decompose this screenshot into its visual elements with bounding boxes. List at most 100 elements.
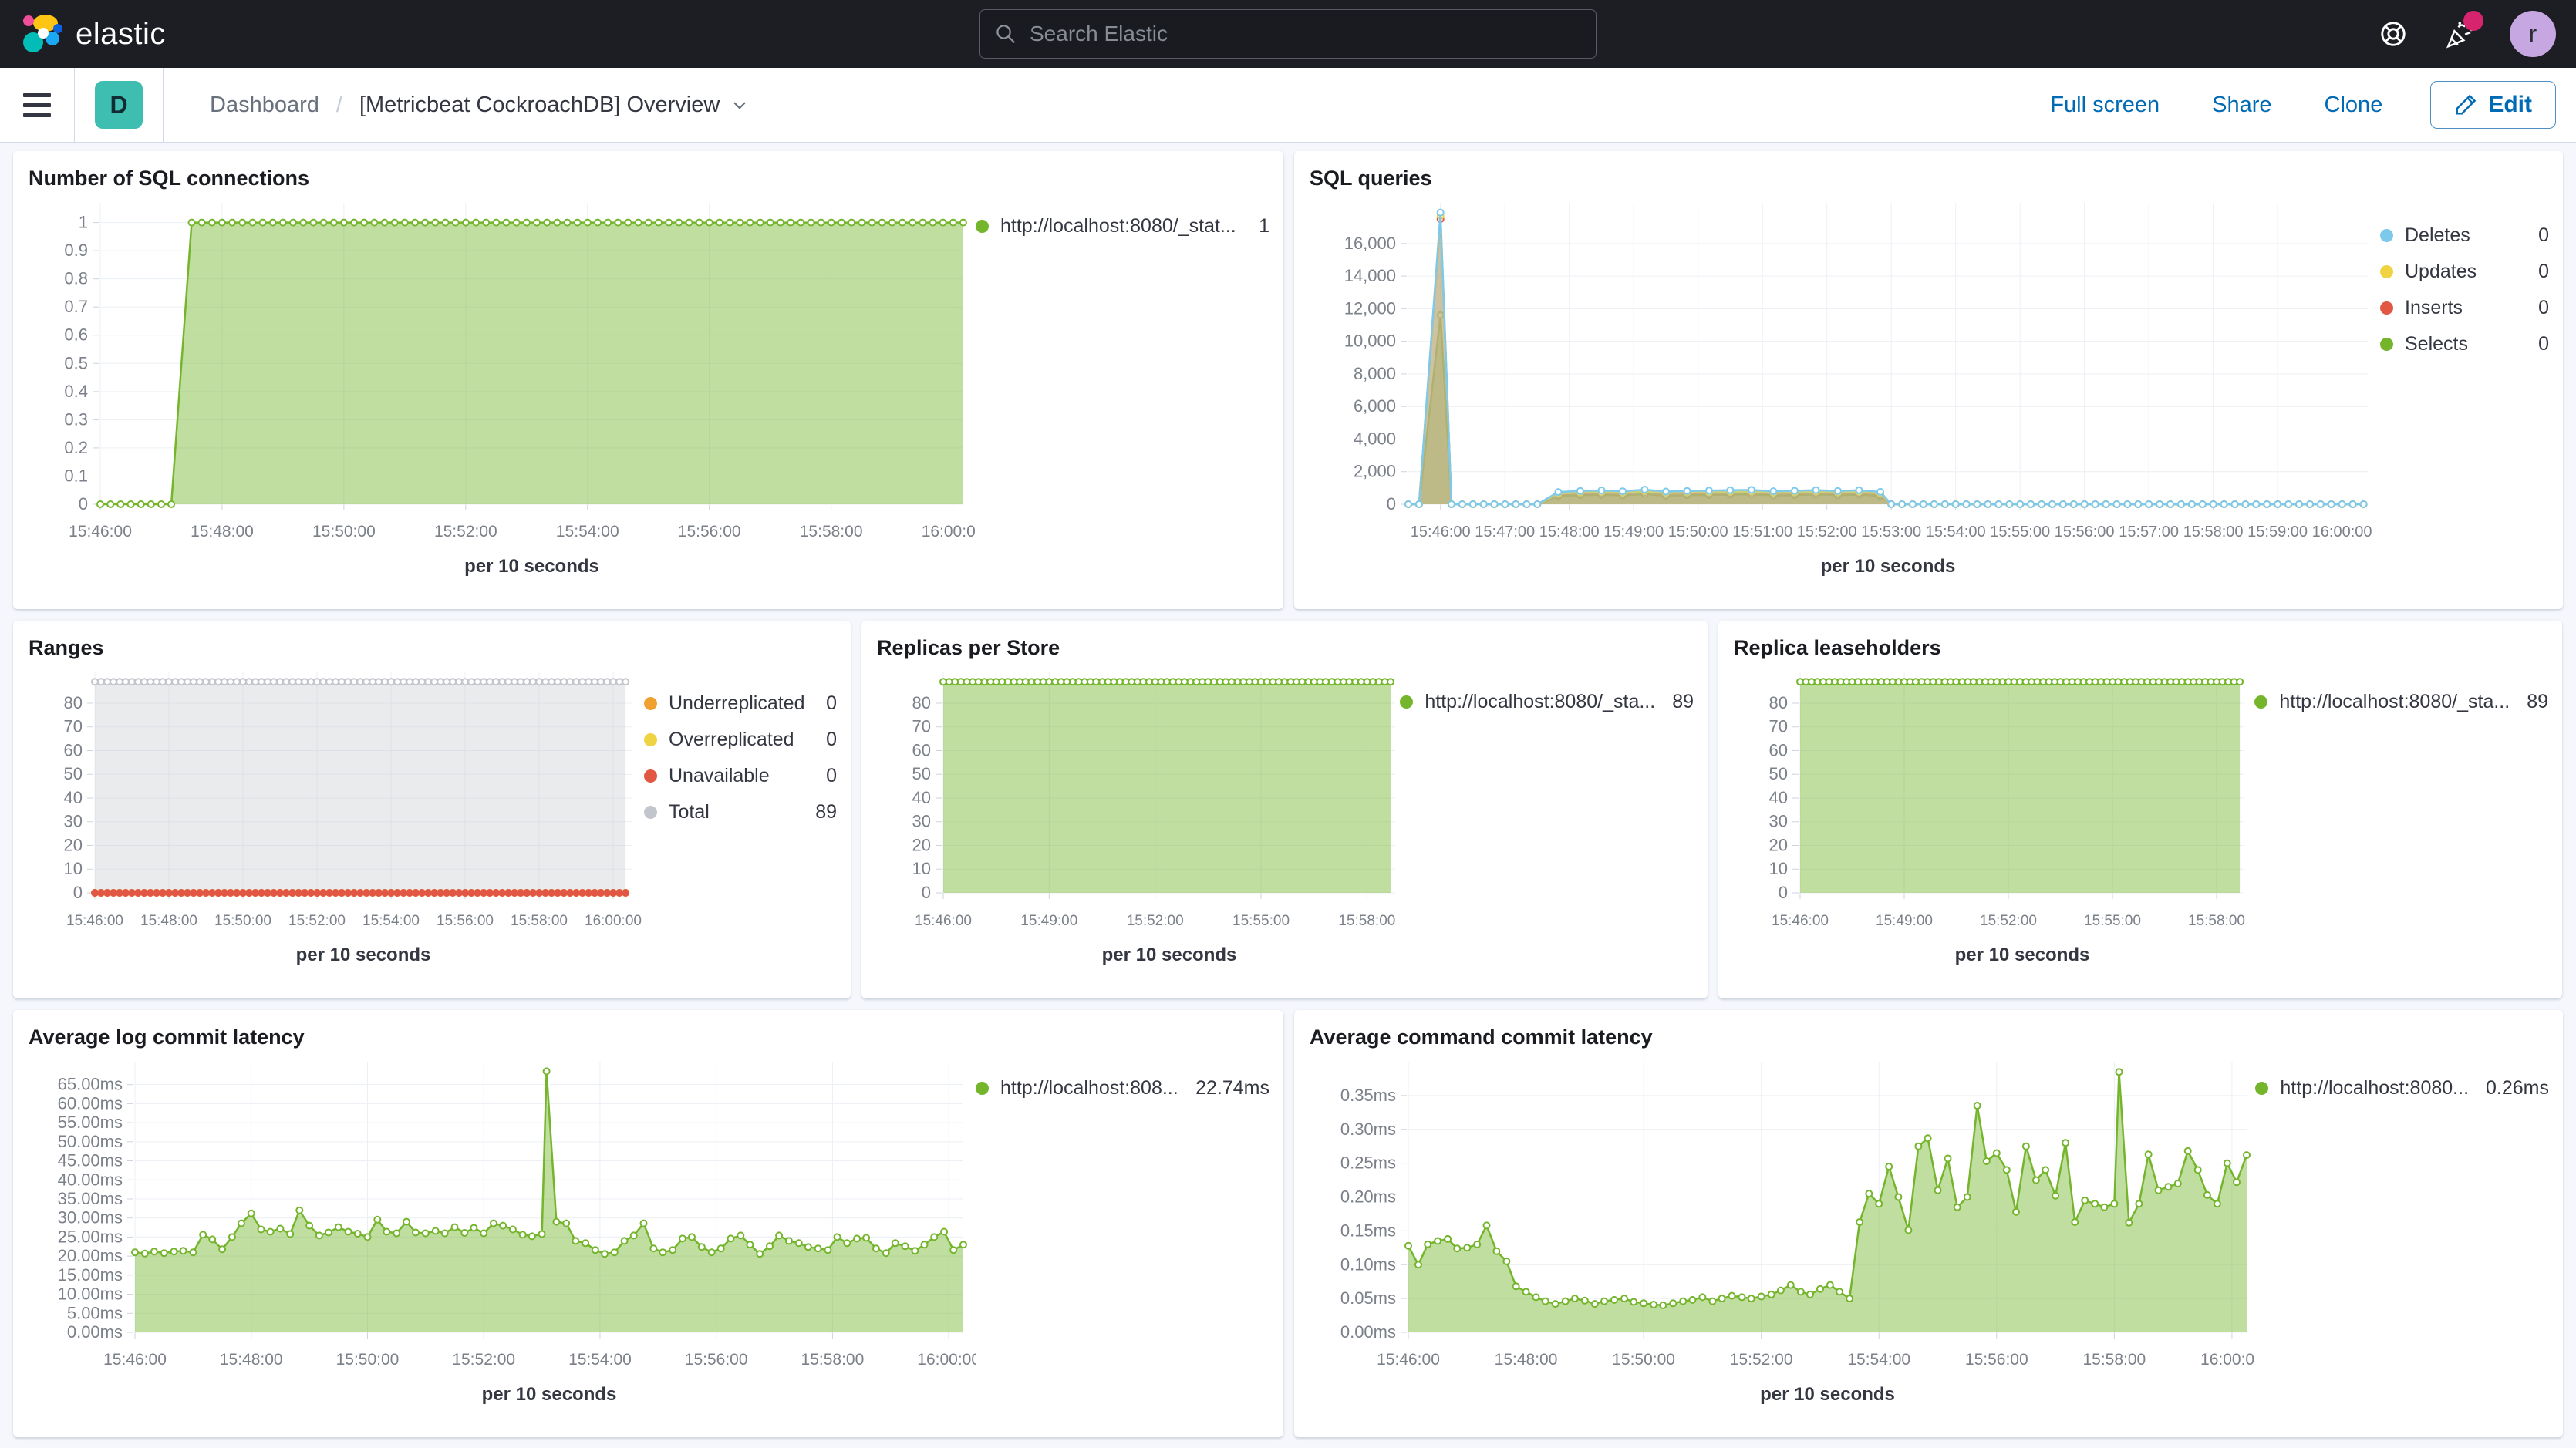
chart-legend: http://localhost:8080...0.26ms xyxy=(2255,1051,2549,1409)
chart-canvas[interactable]: 15:46:0015:48:0015:50:0015:52:0015:54:00… xyxy=(27,1051,976,1409)
svg-text:0.20ms: 0.20ms xyxy=(1340,1187,1396,1207)
legend-series-dot xyxy=(2380,338,2393,351)
breadcrumb-dashboard[interactable]: Dashboard xyxy=(205,92,324,119)
breadcrumb-separator: / xyxy=(336,93,342,118)
edit-button[interactable]: Edit xyxy=(2430,81,2556,129)
svg-text:50.00ms: 50.00ms xyxy=(58,1132,123,1151)
svg-text:30: 30 xyxy=(64,812,83,831)
legend-series-value: 0 xyxy=(2521,261,2549,283)
svg-text:45.00ms: 45.00ms xyxy=(58,1151,123,1170)
svg-text:15:46:00: 15:46:00 xyxy=(1411,524,1471,540)
svg-text:15:58:00: 15:58:00 xyxy=(2183,524,2244,540)
svg-text:15:55:00: 15:55:00 xyxy=(2084,913,2141,929)
dashboard-grid: Number of SQL connections 15:46:0015:48:… xyxy=(0,143,2576,1437)
svg-text:0.15ms: 0.15ms xyxy=(1340,1221,1396,1240)
chart-canvas[interactable]: 15:46:0015:49:0015:52:0015:55:0015:58:00… xyxy=(1732,662,2254,970)
panel-title: Replicas per Store xyxy=(877,636,1694,660)
svg-text:15:52:00: 15:52:00 xyxy=(434,523,497,540)
divider xyxy=(163,68,164,142)
svg-text:15:52:00: 15:52:00 xyxy=(1797,524,1857,540)
svg-text:40: 40 xyxy=(64,788,83,807)
legend-item[interactable]: http://localhost:8080/_stat...1 xyxy=(976,215,1269,237)
clone-button[interactable]: Clone xyxy=(2320,92,2388,119)
chart-canvas[interactable]: 15:46:0015:48:0015:50:0015:52:0015:54:00… xyxy=(1308,1051,2255,1409)
legend-series-dot xyxy=(644,733,657,746)
svg-text:40: 40 xyxy=(1769,788,1788,807)
legend-item[interactable]: Inserts0 xyxy=(2380,297,2549,319)
legend-series-label: http://localhost:8080/_sta... xyxy=(1425,691,1655,713)
legend-item[interactable]: Underreplicated0 xyxy=(644,692,837,715)
svg-text:20: 20 xyxy=(64,835,83,854)
svg-text:10: 10 xyxy=(912,859,931,878)
legend-item[interactable]: Unavailable0 xyxy=(644,765,837,787)
svg-text:per 10 seconds: per 10 seconds xyxy=(1760,1384,1895,1405)
svg-text:30: 30 xyxy=(912,812,931,831)
legend-item[interactable]: http://localhost:8080/_sta...89 xyxy=(2254,691,2548,713)
legend-series-label: Overreplicated xyxy=(669,729,794,751)
full-screen-button[interactable]: Full screen xyxy=(2045,92,2164,119)
legend-series-label: Selects xyxy=(2405,333,2468,355)
elastic-logo[interactable]: elastic xyxy=(20,13,166,55)
svg-text:15:56:00: 15:56:00 xyxy=(685,1351,748,1369)
panel-replicas-per-store: Replicas per Store 15:46:0015:49:0015:52… xyxy=(861,621,1708,998)
svg-text:15:52:00: 15:52:00 xyxy=(452,1351,515,1369)
svg-text:15:58:00: 15:58:00 xyxy=(511,913,568,929)
svg-text:10,000: 10,000 xyxy=(1344,332,1396,351)
dashboard-header: D Dashboard / [Metricbeat CockroachDB] O… xyxy=(0,68,2576,143)
svg-text:20: 20 xyxy=(912,835,931,854)
global-search[interactable] xyxy=(979,9,1597,59)
panel-avg-log-commit-latency: Average log commit latency 15:46:0015:48… xyxy=(13,1010,1283,1437)
svg-text:14,000: 14,000 xyxy=(1344,266,1396,285)
panel-sql-queries: SQL queries 15:46:0015:47:0015:48:0015:4… xyxy=(1294,151,2563,609)
svg-text:10.00ms: 10.00ms xyxy=(58,1285,123,1304)
newsfeed-button[interactable] xyxy=(2443,19,2474,49)
search-input[interactable] xyxy=(1028,21,1582,47)
user-avatar[interactable]: r xyxy=(2510,11,2556,57)
panel-title: Average log commit latency xyxy=(29,1025,1269,1049)
legend-item[interactable]: Deletes0 xyxy=(2380,224,2549,247)
dashboard-app-badge[interactable]: D xyxy=(95,81,143,129)
panel-title: Average command commit latency xyxy=(1310,1025,2549,1049)
svg-text:0: 0 xyxy=(922,883,931,902)
svg-text:15:59:00: 15:59:00 xyxy=(2247,524,2308,540)
svg-text:per 10 seconds: per 10 seconds xyxy=(464,556,599,577)
legend-item[interactable]: Updates0 xyxy=(2380,261,2549,283)
top-navbar: elastic xyxy=(0,0,2576,68)
legend-item[interactable]: http://localhost:8080/_sta...89 xyxy=(1400,691,1694,713)
svg-text:per 10 seconds: per 10 seconds xyxy=(482,1384,617,1405)
svg-text:15:52:00: 15:52:00 xyxy=(288,913,346,929)
legend-item[interactable]: http://localhost:808...22.74ms xyxy=(976,1077,1269,1099)
chart-canvas[interactable]: 15:46:0015:48:0015:50:0015:52:0015:54:00… xyxy=(27,192,976,581)
legend-series-value: 22.74ms xyxy=(1178,1077,1269,1099)
chevron-down-icon xyxy=(729,94,750,116)
svg-text:15:56:00: 15:56:00 xyxy=(1965,1351,2028,1369)
svg-text:0.10ms: 0.10ms xyxy=(1340,1254,1396,1274)
legend-item[interactable]: http://localhost:8080...0.26ms xyxy=(2255,1077,2549,1099)
legend-series-value: 0 xyxy=(2521,297,2549,319)
avatar-initial: r xyxy=(2529,20,2537,48)
svg-text:per 10 seconds: per 10 seconds xyxy=(296,945,431,965)
svg-text:15:54:00: 15:54:00 xyxy=(1926,524,1986,540)
svg-text:0.2: 0.2 xyxy=(64,438,88,457)
breadcrumb-current[interactable]: [Metricbeat CockroachDB] Overview xyxy=(355,92,755,119)
chart-canvas[interactable]: 15:46:0015:48:0015:50:0015:52:0015:54:00… xyxy=(27,662,644,970)
share-button[interactable]: Share xyxy=(2207,92,2276,119)
svg-text:20: 20 xyxy=(1769,835,1788,854)
legend-item[interactable]: Total89 xyxy=(644,801,837,823)
svg-text:0.3: 0.3 xyxy=(64,409,88,429)
svg-text:0: 0 xyxy=(73,883,83,902)
svg-text:16:00:00: 16:00:00 xyxy=(917,1351,976,1369)
legend-series-dot xyxy=(976,220,989,233)
svg-text:80: 80 xyxy=(1769,693,1788,712)
svg-text:15:50:00: 15:50:00 xyxy=(214,913,271,929)
menu-icon[interactable] xyxy=(20,90,54,120)
edit-button-label: Edit xyxy=(2488,92,2532,118)
legend-item[interactable]: Overreplicated0 xyxy=(644,729,837,751)
svg-text:70: 70 xyxy=(64,717,83,736)
help-button[interactable] xyxy=(2379,19,2408,49)
chart-canvas[interactable]: 15:46:0015:49:0015:52:0015:55:0015:58:00… xyxy=(875,662,1400,970)
svg-text:15:47:00: 15:47:00 xyxy=(1475,524,1535,540)
legend-item[interactable]: Selects0 xyxy=(2380,333,2549,355)
chart-canvas[interactable]: 15:46:0015:47:0015:48:0015:49:0015:50:00… xyxy=(1308,192,2380,581)
svg-text:2,000: 2,000 xyxy=(1354,462,1396,481)
